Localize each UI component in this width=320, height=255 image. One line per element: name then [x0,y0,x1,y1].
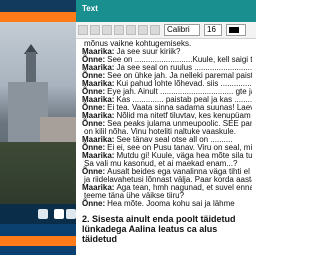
font-select[interactable]: Calibri [164,24,200,36]
play-icon[interactable] [54,209,64,219]
video-controls [0,204,76,224]
text-color-picker[interactable] [226,24,246,36]
text-content[interactable]: mõnus vaikne kohtugemiseks. Maarika: Ja s… [82,40,252,254]
volume-icon[interactable] [66,209,76,219]
app-window: Text Calibri 16 mõnus vaikne kohtugemise… [0,0,256,255]
align-icon[interactable] [150,25,160,35]
video-topbar [0,0,76,12]
speaker: Õnne: [82,199,106,208]
italic-icon[interactable] [126,25,136,35]
video-panel [0,0,76,255]
text-header: Text [76,0,256,22]
underline-icon[interactable] [138,25,148,35]
toolbar: Calibri 16 [76,22,256,39]
video-frame[interactable] [0,22,76,204]
text-line: Õnne: Hea mõte. Jooma kohu sai ja lähme [82,200,252,208]
task-heading: 2. Sisesta ainult enda poolt täidetud lü… [82,214,236,244]
paste-icon[interactable] [102,25,112,35]
trees [0,142,76,204]
dialogue: Hea mõte. Jooma kohu sai ja lähme [107,199,235,208]
video-bottom-bar [0,224,76,255]
panel-title: Text [82,4,98,13]
video-bottom-accent [0,236,76,246]
screen-icon[interactable] [38,209,48,219]
video-titlebar [0,12,76,22]
size-select[interactable]: 16 [204,24,222,36]
copy-icon[interactable] [90,25,100,35]
bold-icon[interactable] [114,25,124,35]
text-panel: Text Calibri 16 mõnus vaikne kohtugemise… [76,0,256,255]
cut-icon[interactable] [78,25,88,35]
